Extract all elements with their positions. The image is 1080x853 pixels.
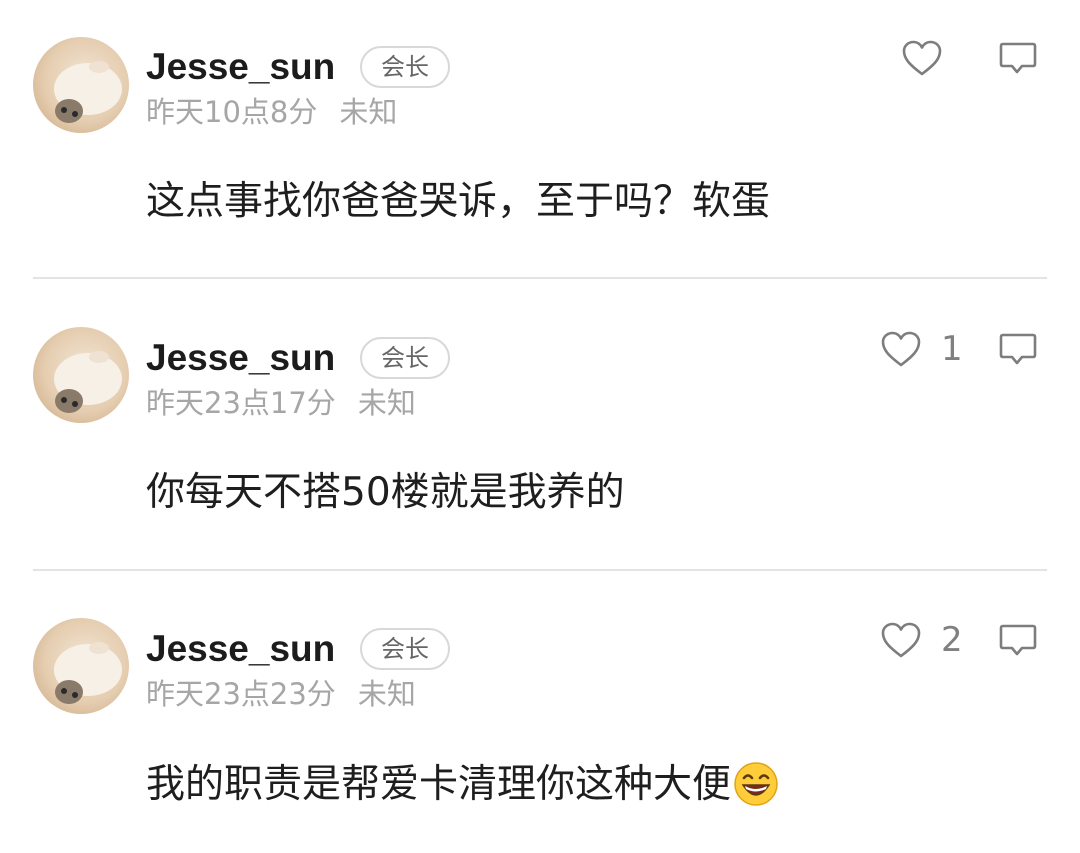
like-count: 2	[941, 620, 963, 660]
heart-outline-icon	[902, 40, 942, 76]
comment-text: 这点事找你爸爸哭诉，至于吗？软蛋	[146, 179, 771, 224]
role-badge: 会长	[360, 337, 450, 379]
reply-bubble-icon[interactable]	[998, 331, 1038, 369]
location: 未知	[357, 677, 416, 711]
heart-outline-icon	[881, 622, 921, 658]
avatar[interactable]	[33, 37, 129, 133]
like-button[interactable]: 1	[879, 329, 963, 369]
grinning-face-emoji-icon	[734, 761, 778, 806]
comment-meta: 昨天23点17分 未知	[146, 385, 416, 421]
comment-text: 我的职责是帮爱卡清理你这种大便	[146, 762, 732, 807]
like-button[interactable]	[900, 38, 962, 78]
location: 未知	[339, 95, 398, 129]
location: 未知	[357, 386, 416, 420]
username[interactable]: Jesse_sun	[146, 627, 335, 671]
username[interactable]: Jesse_sun	[146, 45, 335, 89]
avatar[interactable]	[33, 327, 129, 423]
comment-text: 你每天不搭50楼就是我养的	[146, 470, 625, 515]
like-button[interactable]: 2	[879, 620, 963, 660]
like-count: 1	[941, 329, 963, 369]
comment-text-row: 我的职责是帮爱卡清理你这种大便	[146, 761, 779, 810]
divider	[33, 569, 1047, 571]
divider	[33, 277, 1047, 279]
reply-bubble-icon[interactable]	[998, 622, 1038, 660]
role-badge: 会长	[360, 628, 450, 670]
role-badge: 会长	[360, 46, 450, 88]
reply-bubble-icon[interactable]	[998, 40, 1038, 78]
comment-meta: 昨天23点23分 未知	[146, 676, 416, 712]
username[interactable]: Jesse_sun	[146, 336, 335, 380]
heart-outline-icon	[881, 331, 921, 367]
timestamp: 昨天23点23分	[146, 677, 336, 711]
avatar[interactable]	[33, 618, 129, 714]
timestamp: 昨天23点17分	[146, 386, 336, 420]
comment-meta: 昨天10点8分 未知	[146, 94, 397, 130]
timestamp: 昨天10点8分	[146, 95, 318, 129]
